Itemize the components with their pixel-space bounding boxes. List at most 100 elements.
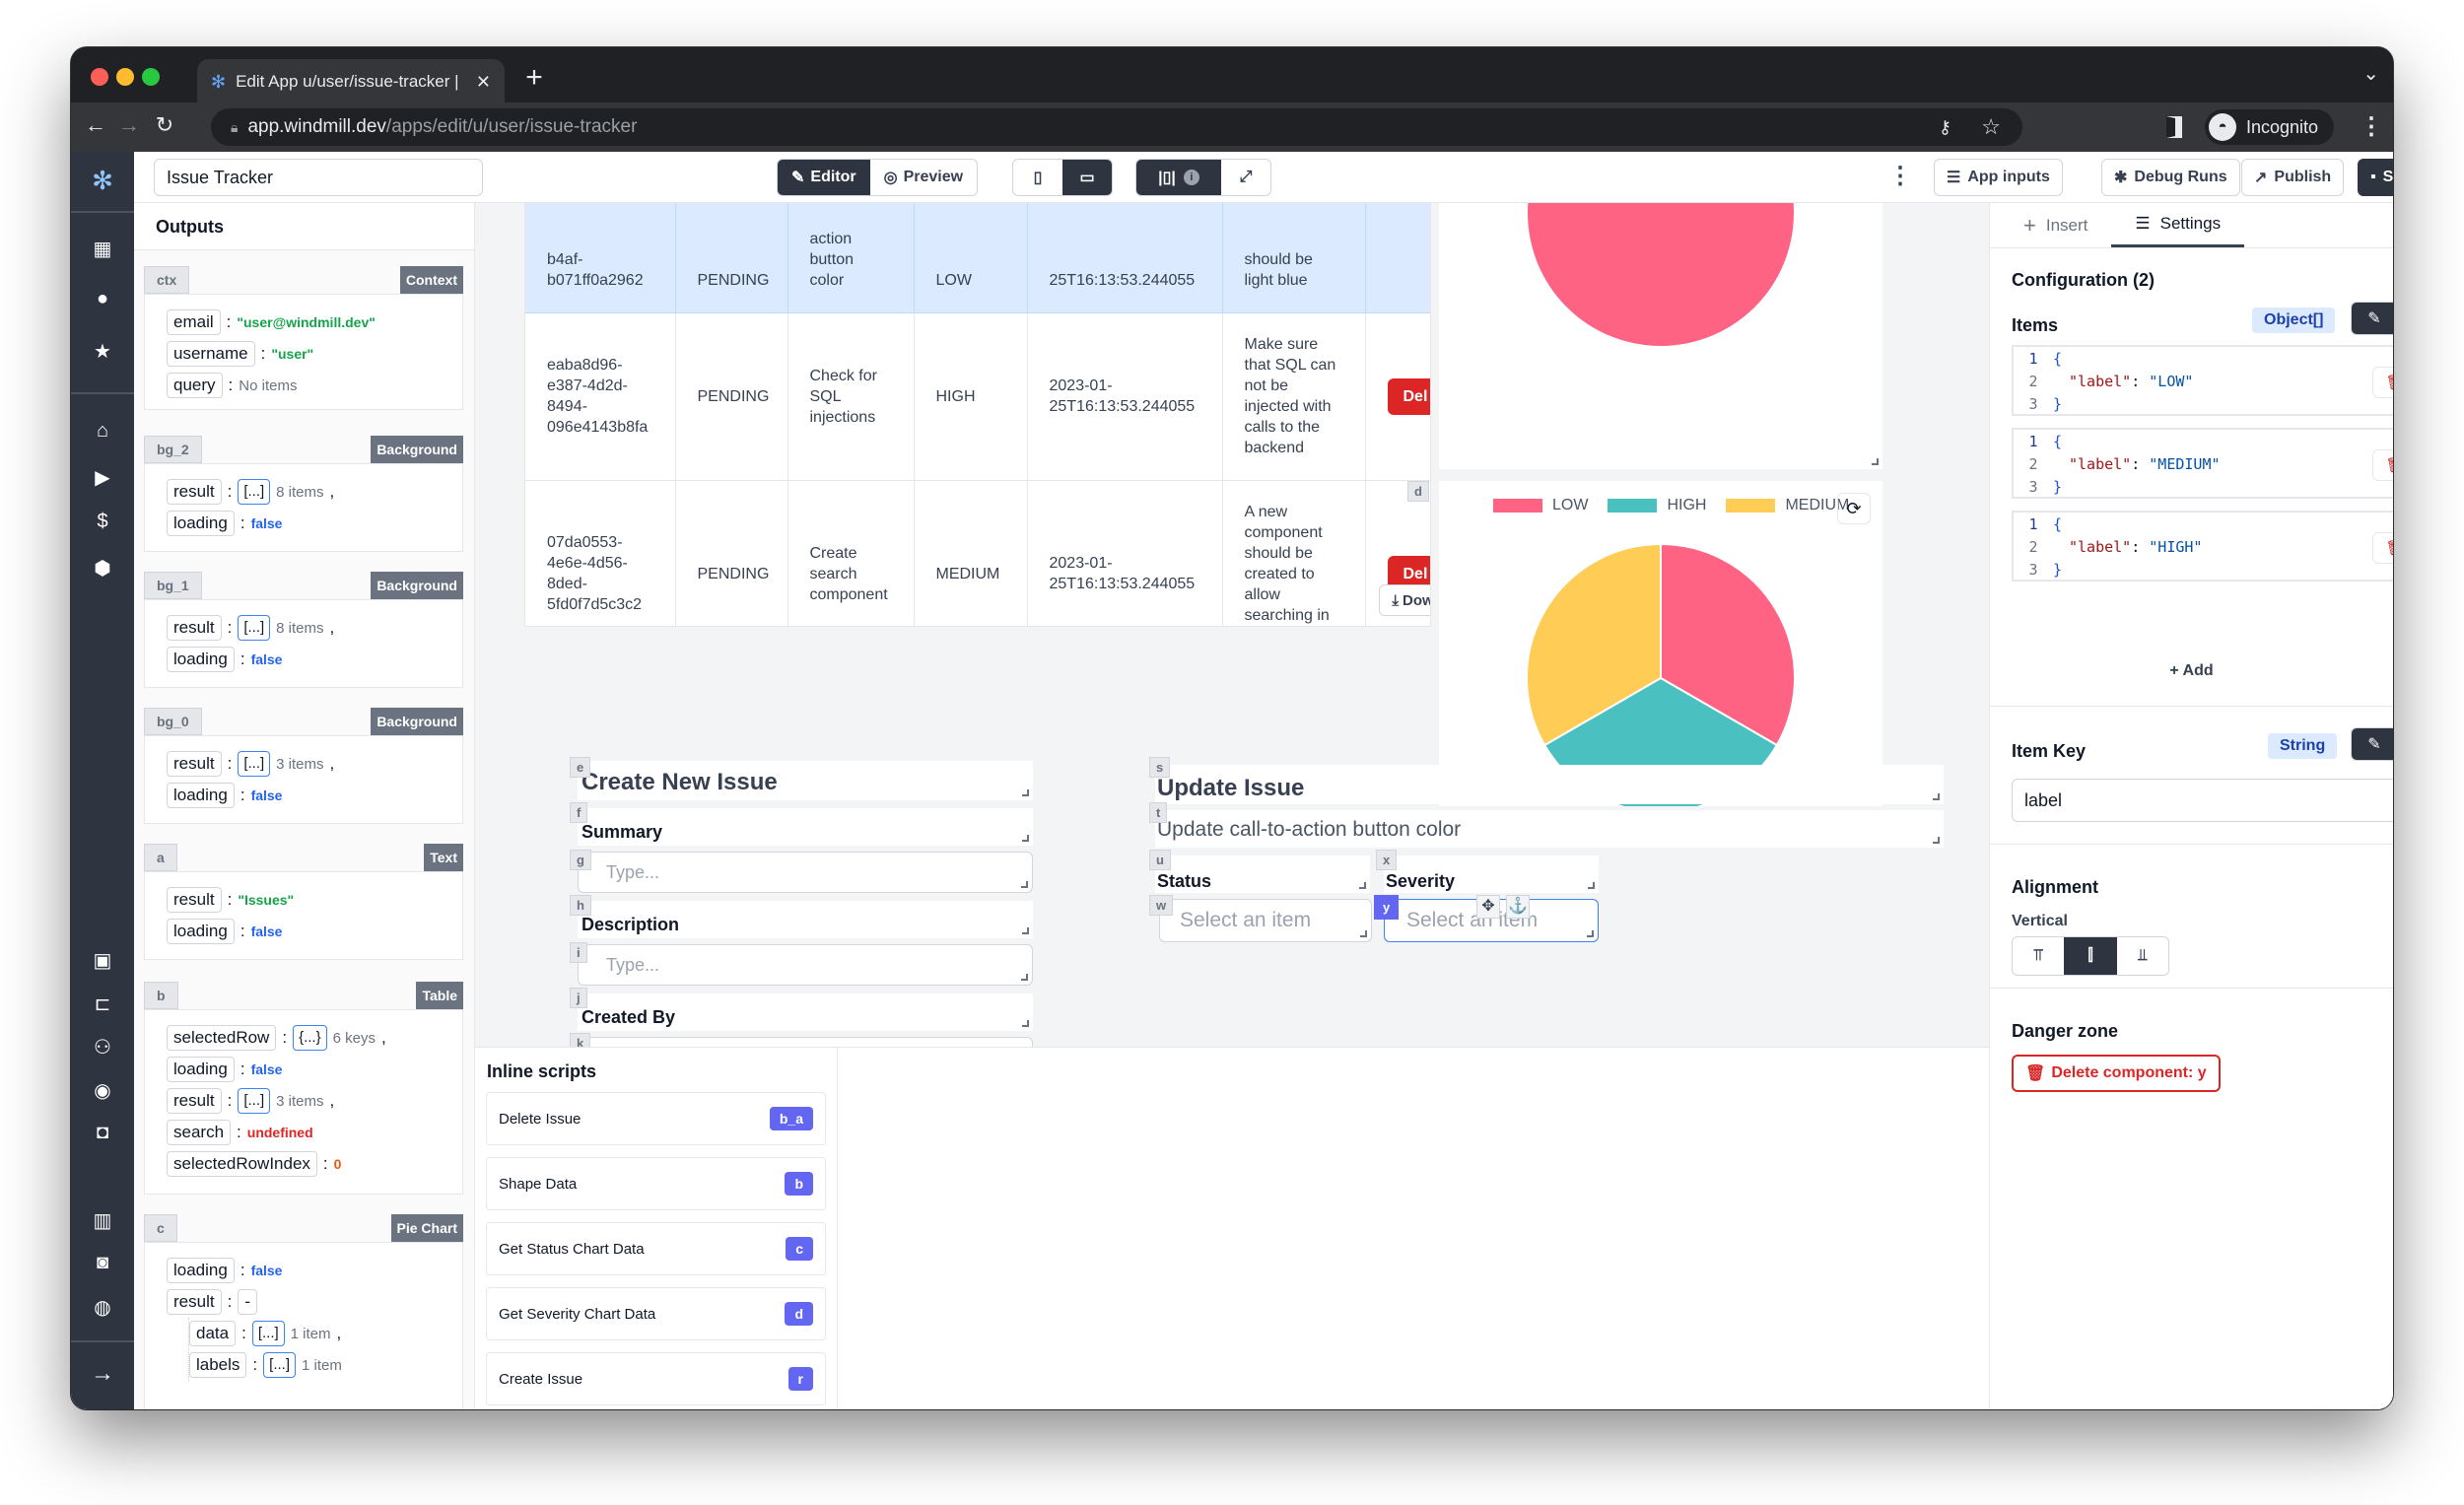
variables-dollar-icon[interactable]: $ (71, 511, 134, 533)
publish-button[interactable]: ↗ Publish (2241, 159, 2345, 196)
update-heading-block[interactable]: Update Issue (1155, 765, 1944, 804)
debug-runs-button[interactable]: ✱ Debug Runs (2101, 159, 2240, 196)
home-icon[interactable]: ⌂ (71, 420, 134, 443)
component-badge-e[interactable]: e (570, 757, 591, 778)
severity-label-block[interactable]: Severity (1384, 855, 1599, 893)
maximize-window-button[interactable] (142, 68, 160, 86)
output-key[interactable]: query (167, 373, 223, 398)
create-heading-block[interactable]: Create New Issue (578, 761, 1033, 800)
output-key[interactable]: labels (189, 1352, 247, 1378)
align-top-button[interactable]: ⫪ (2013, 937, 2064, 975)
item-json-editor[interactable]: 1 {2 "label": "LOW" 3} 🗑︎ (2012, 345, 2393, 416)
output-key[interactable]: result (167, 479, 222, 505)
delete-item-button[interactable]: 🗑︎ (2372, 532, 2393, 564)
component-badge-f[interactable]: f (570, 802, 588, 823)
minimize-window-button[interactable] (116, 68, 134, 86)
item-json-editor[interactable]: 1 {2 "label": "HIGH" 3} 🗑︎ (2012, 511, 2393, 581)
runs-play-icon[interactable]: ▶ (71, 465, 134, 490)
app-inputs-button[interactable]: ☰ App inputs (1934, 159, 2063, 196)
table-row[interactable]: 07da0553-4e6e-4d56-8ded-5fd0f7d5c3c2 PEND… (525, 480, 1430, 626)
fixed-width-button[interactable]: |▯| i (1136, 160, 1221, 195)
editor-mode-button[interactable]: ✎ Editor (778, 160, 870, 195)
inline-script-item[interactable]: Delete Issue b_a (486, 1092, 826, 1145)
created-by-select[interactable]: Theresa Hurley✕ (578, 1037, 1033, 1047)
output-key[interactable]: email (167, 309, 221, 335)
component-badge-i[interactable]: i (570, 942, 587, 963)
issues-table[interactable]: b4af- b071ff0a2962 PENDING action button c… (524, 203, 1431, 627)
created-by-label-block[interactable]: Created By (578, 993, 1033, 1031)
back-icon[interactable]: ← (81, 112, 110, 138)
address-bar[interactable]: 🔒︎ app.windmill.dev /apps/edit/u/user/is… (211, 108, 2022, 146)
workers-robot-icon[interactable]: ◘ (71, 1122, 134, 1144)
expand-array-button[interactable]: [...] (238, 615, 271, 641)
delete-component-button[interactable]: 🗑︎ Delete component: y (2012, 1055, 2221, 1092)
expand-sidebar-arrow-icon[interactable]: → (71, 1360, 134, 1388)
output-key[interactable]: selectedRow (167, 1025, 277, 1051)
full-width-button[interactable]: ⤢ (1221, 160, 1270, 195)
github-icon[interactable]: ◍ (71, 1295, 134, 1320)
incognito-profile-button[interactable]: ◓ Incognito (2205, 109, 2335, 145)
pie-slice-low[interactable] (1526, 203, 1796, 348)
output-key[interactable]: loading (167, 783, 235, 808)
download-button[interactable]: ⤓Downl (1379, 584, 1430, 616)
expand-array-button[interactable]: [...] (263, 1352, 296, 1378)
summary-input[interactable]: Type... (578, 852, 1033, 893)
component-badge-k[interactable]: k (570, 1033, 591, 1047)
save-button[interactable]: ▪ Save (2358, 159, 2393, 196)
resources-cubes-icon[interactable]: ⬢ (71, 556, 134, 581)
static-edit-button[interactable]: ✎ (2352, 303, 2393, 334)
side-panel-icon[interactable] (2166, 116, 2182, 138)
component-badge-t[interactable]: t (1149, 802, 1168, 823)
table-row[interactable]: eaba8d96-e387-4d2d-8494-096e4143b8fa PEND… (525, 312, 1430, 481)
item-key-input[interactable] (2012, 779, 2393, 822)
table-row[interactable]: b4af- b071ff0a2962 PENDING action button c… (525, 203, 1430, 313)
mobile-view-button[interactable]: ▯ (1013, 160, 1062, 195)
output-key[interactable]: result (167, 887, 222, 913)
resize-handle[interactable] (1872, 458, 1879, 465)
expand-array-button[interactable]: [...] (238, 479, 271, 505)
tab-insert[interactable]: + Insert (2000, 203, 2111, 247)
output-key[interactable]: username (167, 341, 255, 367)
status-label-block[interactable]: Status (1155, 855, 1370, 893)
inline-script-item[interactable]: Get Status Chart Data c (486, 1222, 826, 1275)
close-window-button[interactable] (91, 68, 108, 86)
user-icon[interactable]: ● (71, 288, 134, 310)
audit-logs-eye-icon[interactable]: ◉ (71, 1078, 134, 1103)
tab-search-chevron-icon[interactable]: ⌄ (2362, 61, 2379, 86)
close-tab-icon[interactable]: ✕ (476, 72, 491, 93)
tab-settings[interactable]: ☰ Settings (2111, 203, 2245, 247)
delete-item-button[interactable]: 🗑︎ (2372, 449, 2393, 481)
component-badge-s[interactable]: s (1149, 757, 1171, 778)
align-center-button[interactable]: ⫿ (2064, 937, 2117, 975)
output-key[interactable]: loading (167, 1057, 235, 1082)
expand-array-button[interactable]: [...] (251, 1321, 285, 1346)
collapse-button[interactable]: - (238, 1289, 257, 1315)
summary-label-block[interactable]: Summary (578, 808, 1033, 846)
output-key[interactable]: loading (167, 1258, 235, 1283)
component-badge-u[interactable]: u (1149, 850, 1171, 870)
status-pie-chart[interactable] (1439, 203, 1882, 469)
output-key[interactable]: loading (167, 647, 235, 672)
component-badge-w[interactable]: w (1149, 895, 1174, 916)
browser-menu-icon[interactable]: ⋮ (2360, 112, 2383, 141)
output-key[interactable]: search (167, 1120, 232, 1145)
description-input[interactable]: Type... (578, 944, 1033, 986)
component-badge-d[interactable]: d (1407, 481, 1429, 502)
output-key[interactable]: loading (167, 919, 235, 944)
add-item-button[interactable]: + Add (1990, 662, 2393, 680)
bookmark-star-icon[interactable]: ☆ (1981, 114, 2001, 140)
more-options-icon[interactable]: ⋮ (1888, 162, 1912, 190)
app-title-input[interactable] (154, 159, 483, 196)
star-icon[interactable]: ★ (71, 339, 134, 364)
component-badge-h[interactable]: h (570, 895, 591, 916)
move-handle-icon[interactable]: ✥ (1476, 895, 1500, 919)
schedules-calendar-icon[interactable]: ▣ (71, 948, 134, 973)
component-badge-y-selected[interactable]: y (1374, 895, 1400, 920)
output-key[interactable]: selectedRowIndex (167, 1151, 317, 1177)
folders-icon[interactable]: ⊏ (71, 992, 134, 1016)
new-tab-button[interactable]: + (516, 61, 552, 97)
inline-script-item[interactable]: Get Severity Chart Data d (486, 1287, 826, 1340)
component-badge-j[interactable]: j (570, 988, 587, 1008)
desktop-view-button[interactable]: ▭ (1062, 160, 1112, 195)
static-edit-button[interactable]: ✎ (2352, 728, 2393, 760)
